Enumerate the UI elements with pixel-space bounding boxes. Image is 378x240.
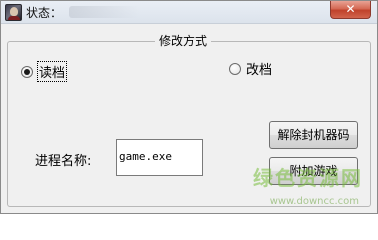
group-legend: 修改方式 (155, 32, 212, 50)
dialog-window: 状态： ✕ 修改方式 读档 改档 进程名称: game.exe 解除封机器码 附… (0, 0, 378, 214)
radio-read-save-label: 读档 (36, 61, 68, 82)
watermark-url: www.downcc.com (269, 196, 359, 207)
radio-unchecked-icon[interactable] (229, 62, 241, 75)
title-blurred-area (69, 6, 139, 18)
radio-edit-save[interactable]: 改档 (229, 59, 272, 78)
window-title: 状态： (26, 6, 63, 20)
radio-read-save[interactable]: 读档 (21, 61, 68, 82)
radio-checked-icon[interactable] (21, 65, 33, 78)
watermark-text: 绿色资源网 (253, 166, 363, 190)
process-name-label: 进程名称: (35, 154, 92, 169)
process-name-input[interactable]: game.exe (116, 139, 203, 176)
unseal-machine-code-button[interactable]: 解除封机器码 (269, 121, 358, 149)
close-button[interactable]: ✕ (330, 1, 371, 19)
app-avatar-icon (5, 4, 22, 21)
title-bar[interactable]: 状态： ✕ (1, 1, 377, 24)
radio-edit-save-label: 改档 (246, 63, 273, 78)
